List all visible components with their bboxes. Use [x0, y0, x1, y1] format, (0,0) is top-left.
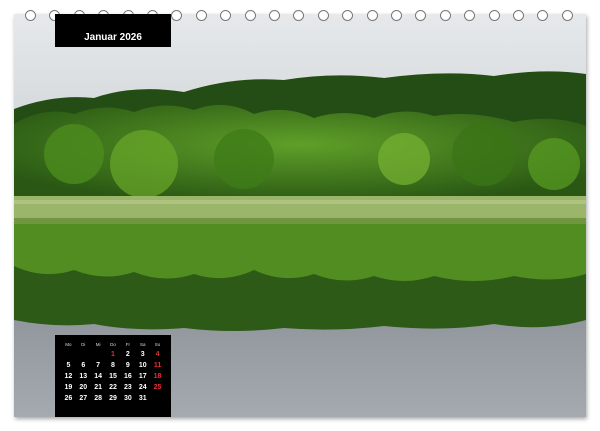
calendar-day: 22: [109, 384, 117, 391]
calendar-day: [76, 350, 91, 360]
calendar-day: 24: [138, 384, 147, 391]
weekday-label: Di: [81, 342, 86, 347]
month-calendar: Mo Di Mi Do Fr Sa So 1 2 3 4 5 6 7 8 9 10 11 12 13 14 15 16 17 1…: [55, 335, 171, 417]
binding-hole: [244, 10, 256, 21]
calendar-day: [61, 350, 76, 360]
binding-hole: [488, 10, 500, 21]
binding-hole: [391, 10, 402, 21]
calendar-day: 18: [153, 373, 162, 380]
calendar-grid: Mo Di Mi Do Fr Sa So 1 2 3 4 5 6 7 8 9 10 11 12 13 14 15 16 17 1…: [61, 341, 165, 404]
calendar-day: 14: [94, 373, 103, 380]
calendar-day: 6: [81, 362, 86, 369]
binding-hole: [293, 10, 305, 21]
calendar-day: 23: [123, 384, 132, 391]
calendar-day: 28: [94, 395, 103, 402]
calendar-day: 31: [138, 395, 147, 402]
binding-hole: [415, 10, 427, 21]
calendar-day: 27: [79, 395, 88, 402]
binding-hole: [25, 10, 36, 21]
calendar-day: 9: [125, 362, 130, 369]
binding-hole: [195, 10, 207, 21]
binding-hole: [537, 10, 549, 21]
month-title: Januar 2026: [84, 32, 142, 43]
calendar-day: 20: [79, 384, 88, 391]
calendar-day: 26: [64, 395, 73, 402]
calendar-day: 3: [140, 351, 145, 358]
binding-hole: [342, 10, 354, 21]
calendar-day: [150, 394, 165, 404]
weekday-label: So: [154, 342, 161, 347]
calendar-day: 1: [111, 351, 115, 358]
calendar-day: 17: [138, 373, 147, 380]
month-title-box: Januar 2026: [55, 14, 171, 47]
calendar-day: 11: [153, 362, 162, 369]
calendar-day: 25: [153, 384, 162, 391]
binding-hole: [561, 10, 573, 21]
binding-hole: [269, 10, 280, 21]
binding-hole: [439, 10, 451, 21]
binding-hole: [513, 10, 524, 21]
binding-hole: [220, 10, 232, 21]
calendar-day: 15: [109, 373, 117, 380]
calendar-day: 13: [79, 373, 88, 380]
binding-hole: [366, 10, 378, 21]
weekday-label: Fr: [125, 342, 130, 347]
calendar-day: 19: [64, 384, 73, 391]
calendar-day: 5: [66, 362, 71, 369]
weekday-label: Sa: [139, 342, 146, 347]
calendar-day: 12: [64, 373, 73, 380]
binding-hole: [464, 10, 476, 21]
calendar-day: [91, 350, 106, 360]
calendar-day: 8: [111, 362, 115, 369]
calendar-day: 30: [123, 395, 132, 402]
calendar-day: 2: [125, 351, 130, 358]
calendar-day: 7: [96, 362, 101, 369]
calendar-day: 10: [138, 362, 147, 369]
weekday-label: Mi: [95, 342, 101, 347]
weekday-label: Do: [110, 342, 116, 347]
binding-hole: [317, 10, 329, 21]
weekday-label: Mo: [65, 342, 72, 347]
calendar-day: 21: [94, 384, 103, 391]
calendar-day: 16: [123, 373, 132, 380]
binding-hole: [171, 10, 183, 21]
calendar-day: 4: [155, 351, 160, 358]
calendar-day: 29: [109, 395, 117, 402]
